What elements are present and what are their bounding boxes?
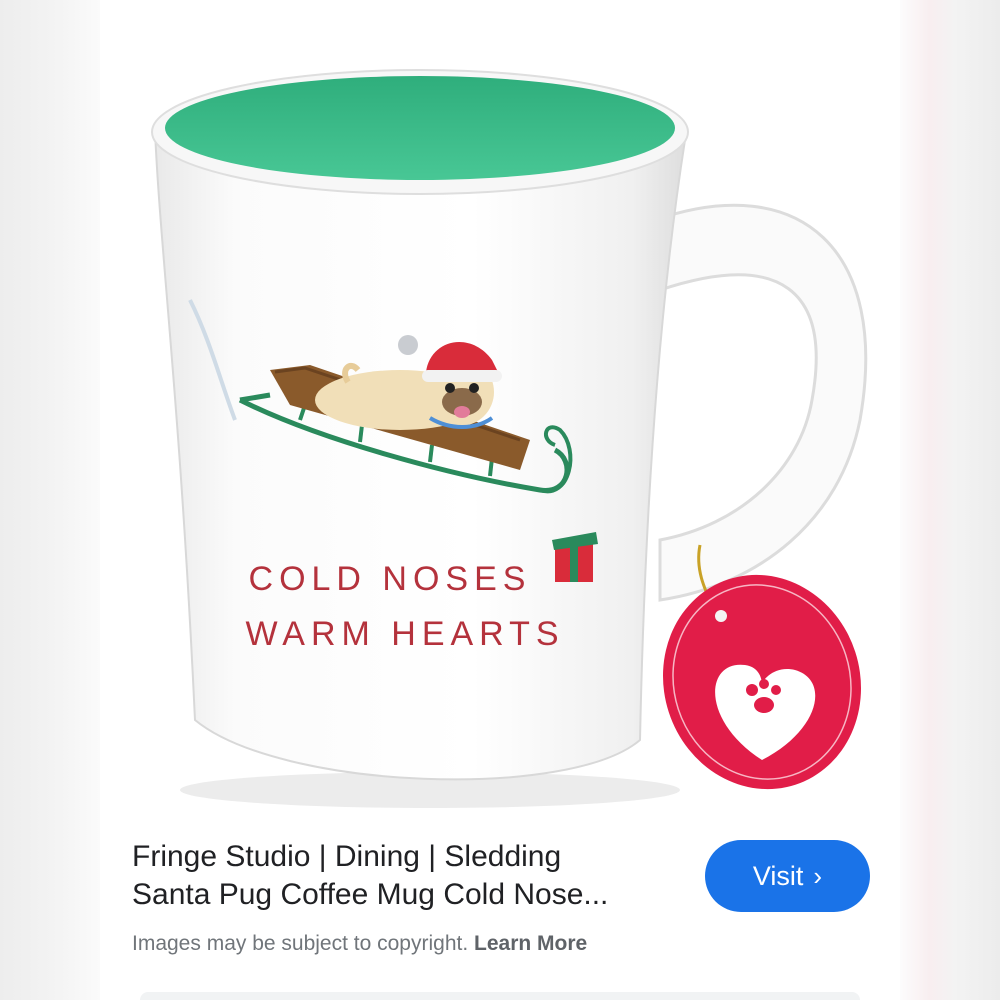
mug-handle [653,203,868,602]
product-title-line1: Fringe Studio | Dining | Sledding [132,840,562,873]
right-blur-panel [900,0,1000,1000]
chevron-right-icon: › [813,861,823,891]
visit-button[interactable]: Visit › [705,840,870,912]
next-card-edge [140,992,860,1000]
product-title-line2: Santa Pug Coffee Mug Cold Nose... [132,878,609,911]
product-image[interactable]: COLD NOSES WARM HEARTS [100,0,900,815]
mug-text-line2: WARM HEARTS [245,615,564,653]
mug-body [153,128,687,781]
left-blur-panel [0,0,100,1000]
mug-text-line1: COLD NOSES [249,560,532,598]
learn-more-link[interactable]: Learn More [474,932,587,955]
copyright-notice: Images may be subject to copyright. Lear… [132,932,587,956]
copyright-text: Images may be subject to copyright. [132,932,469,955]
gift-illustration [552,532,598,582]
image-result-card: COLD NOSES WARM HEARTS Fringe Studio | D… [100,0,900,1000]
mug-interior [165,76,675,180]
visit-button-label: Visit [752,860,804,891]
product-title[interactable]: Fringe Studio | Dining | Sledding Santa … [132,838,692,914]
mug-illustration: COLD NOSES WARM HEARTS [151,69,868,808]
